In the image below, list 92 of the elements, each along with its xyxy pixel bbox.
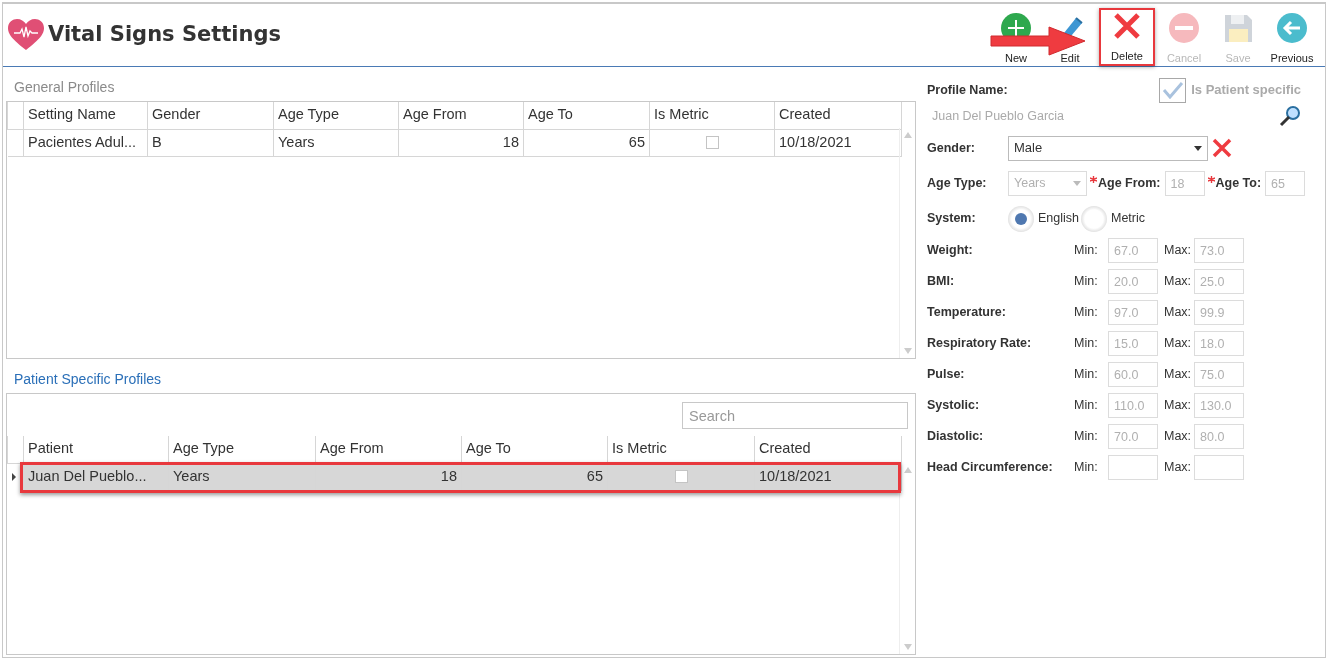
table-cell: 65 <box>461 463 608 490</box>
caret-icon <box>1073 181 1081 186</box>
minus-icon <box>1168 12 1200 44</box>
column-header[interactable]: Age From <box>398 102 524 129</box>
field-label: System: <box>927 210 977 228</box>
field-label: Weight: <box>927 242 974 260</box>
input-field[interactable]: 97.0 <box>1108 300 1158 325</box>
input-field[interactable]: 18.0 <box>1194 331 1245 356</box>
table-cell: 10/18/2021 <box>774 129 902 156</box>
window-title: Vital Signs Settings <box>48 21 282 49</box>
input-field[interactable]: 25.0 <box>1194 269 1245 294</box>
field-label: BMI: <box>927 273 956 291</box>
column-header[interactable]: Is Metric <box>649 102 775 129</box>
field-label: Pulse: <box>927 366 966 384</box>
input-field[interactable]: 60.0 <box>1108 362 1158 387</box>
row-pointer-icon <box>11 472 16 481</box>
input-field[interactable]: 75.0 <box>1194 362 1245 387</box>
field-label: Min: <box>1074 366 1099 384</box>
field-label: Max: <box>1164 459 1192 477</box>
field-label: Min: <box>1074 304 1099 322</box>
profile-name-value: Juan Del Pueblo Garcia <box>931 107 1065 125</box>
dropdown[interactable]: Years <box>1008 171 1087 196</box>
field-label: Max: <box>1164 273 1192 291</box>
scroll-down-icon[interactable] <box>904 348 912 354</box>
field-label: Diastolic: <box>927 428 985 446</box>
field-label: Max: <box>1164 304 1192 322</box>
table-cell: 65 <box>523 129 650 156</box>
field-label: Gender: <box>927 139 976 157</box>
field-label: Min: <box>1074 428 1099 446</box>
search-field[interactable]: Search <box>682 402 908 429</box>
caret-icon <box>1194 145 1202 151</box>
field-label: Age To: <box>1215 175 1262 193</box>
checkbox[interactable] <box>674 470 688 484</box>
field-label: Age From: <box>1098 175 1161 193</box>
field-label: Min: <box>1074 397 1099 415</box>
input-field[interactable]: 20.0 <box>1108 269 1158 294</box>
checkbox[interactable] <box>705 136 719 150</box>
column-header[interactable]: Age Type <box>273 102 399 129</box>
input-field[interactable]: 70.0 <box>1108 424 1158 449</box>
input-field[interactable]: 15.0 <box>1108 331 1158 356</box>
field-label: Profile Name: <box>927 81 1008 99</box>
checkbox-label: Is Patient specific <box>1191 81 1301 100</box>
table-cell: Years <box>168 463 316 490</box>
field-label: Max: <box>1164 242 1192 260</box>
radio-label: Metric <box>1111 210 1146 228</box>
scroll-down-icon[interactable] <box>904 644 912 650</box>
field-label: Temperature: <box>927 304 1007 322</box>
radio-label: English <box>1038 210 1079 228</box>
input-field[interactable] <box>1108 455 1158 480</box>
dropdown[interactable]: Male <box>1008 135 1208 161</box>
section-title: Patient Specific Profiles <box>13 370 163 389</box>
field-label: Systolic: <box>927 397 981 415</box>
radio-button[interactable] <box>1081 205 1107 232</box>
delete-button[interactable]: Delete <box>1099 8 1155 66</box>
field-label: Min: <box>1074 335 1099 353</box>
input-field[interactable]: 18 <box>1164 171 1205 196</box>
column-header[interactable]: Age To <box>523 102 650 129</box>
field-label: Head Circumference: <box>927 459 1054 477</box>
input-field[interactable]: 130.0 <box>1194 393 1245 418</box>
table-cell: B <box>147 129 274 156</box>
scroll-up-icon[interactable] <box>904 467 912 473</box>
field-label: Max: <box>1164 366 1192 384</box>
input-field[interactable]: 73.0 <box>1194 238 1245 263</box>
input-field[interactable]: 67.0 <box>1108 238 1158 263</box>
table-cell: 18 <box>315 463 462 490</box>
field-label: Max: <box>1164 428 1192 446</box>
field-label: Min: <box>1074 273 1099 291</box>
input-field[interactable]: 80.0 <box>1194 424 1245 449</box>
field-label: Min: <box>1074 242 1099 260</box>
column-header[interactable]: Setting Name <box>23 102 148 129</box>
column-header[interactable]: Created <box>774 102 902 129</box>
field-label: Max: <box>1164 397 1192 415</box>
table-cell: Pacientes Adul... <box>23 129 148 156</box>
field-label: Min: <box>1074 459 1099 477</box>
column-header[interactable]: Gender <box>147 102 274 129</box>
table-cell: 18 <box>398 129 524 156</box>
field-label: Respiratory Rate: <box>927 335 1033 353</box>
heart-icon <box>8 19 44 51</box>
table-cell: Years <box>273 129 399 156</box>
table-cell: Juan Del Pueblo... <box>23 463 169 490</box>
previous-button[interactable]: Previous <box>1267 8 1317 66</box>
input-field[interactable]: 110.0 <box>1108 393 1158 418</box>
radio-button[interactable] <box>1008 205 1034 232</box>
field-label: Age Type: <box>927 175 988 193</box>
field-label: Max: <box>1164 335 1192 353</box>
section-title: General Profiles <box>13 78 116 97</box>
input-field[interactable]: 99.9 <box>1194 300 1245 325</box>
input-field[interactable] <box>1194 455 1245 480</box>
input-field[interactable]: 65 <box>1265 171 1306 196</box>
close-icon[interactable] <box>1212 138 1232 158</box>
search-icon[interactable] <box>1279 105 1301 127</box>
scroll-up-icon[interactable] <box>904 132 912 138</box>
